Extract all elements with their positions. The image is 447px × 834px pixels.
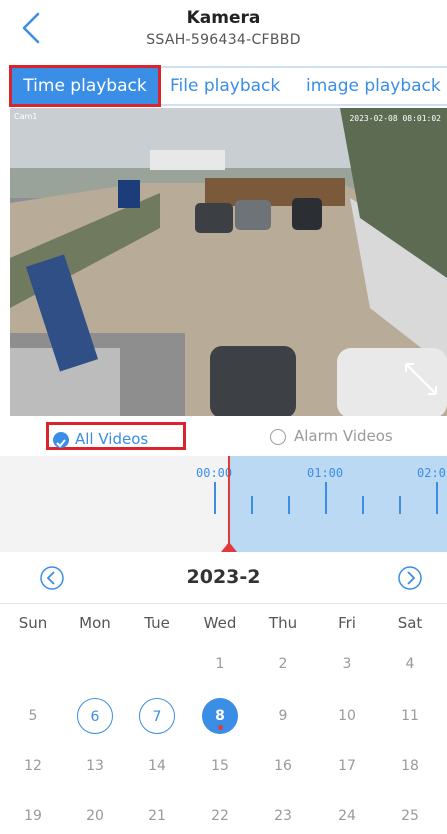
all-videos-label: All Videos [75, 430, 149, 448]
weekday-label: Sat [397, 614, 423, 632]
month-navigation: 2023-2 [0, 556, 447, 600]
divider [0, 603, 447, 604]
camera-label: Cam1 [14, 112, 38, 121]
camera-frame-image [10, 108, 447, 416]
check-icon [53, 432, 69, 448]
weekday-label: Mon [79, 614, 111, 632]
radio-unchecked-icon [270, 429, 286, 445]
timeline-label: 02:0 [417, 466, 446, 480]
calendar-day[interactable]: 4 [392, 646, 428, 682]
calendar-day[interactable]: 13 [77, 748, 113, 784]
tab-time-playback[interactable]: Time playback [9, 65, 161, 107]
timeline-tick [399, 496, 401, 514]
timeline-tick [214, 482, 216, 514]
calendar-day[interactable]: 9 [265, 698, 301, 734]
calendar-day[interactable]: 2 [265, 646, 301, 682]
weekday-label: Thu [268, 614, 298, 632]
recording-dot-icon [218, 725, 223, 730]
timeline-label: 00:00 [196, 466, 233, 480]
calendar-day[interactable]: 15 [202, 748, 238, 784]
calendar-day[interactable]: 24 [329, 798, 365, 834]
calendar-day[interactable]: 11 [392, 698, 428, 734]
weekday-label: Fri [338, 614, 356, 632]
timeline-tick [325, 482, 327, 514]
calendar-day[interactable]: 22 [202, 798, 238, 834]
playback-timeline[interactable]: 00:00 01:00 02:0 [0, 456, 447, 552]
playhead-cursor[interactable] [228, 456, 230, 552]
calendar-day[interactable]: 23 [265, 798, 301, 834]
video-timestamp: 2023-02-08 08:01:02 [349, 114, 441, 123]
tab-file-playback[interactable]: File playback [170, 68, 280, 104]
timeline-tick [436, 482, 438, 514]
weekday-label: Tue [144, 614, 170, 632]
calendar-day[interactable]: 19 [15, 798, 51, 834]
header-bar: Kamera SSAH-596434-CFBBD [0, 0, 447, 62]
calendar-day[interactable]: 3 [329, 646, 365, 682]
next-month-icon[interactable] [398, 566, 422, 590]
playback-tabs: Time playback File playback image playba… [9, 65, 447, 107]
timeline-label: 01:00 [307, 466, 344, 480]
month-title: 2023-2 [186, 566, 261, 588]
weekday-label: Sun [18, 614, 48, 632]
page-title: Kamera [186, 8, 261, 28]
weekday-label: Wed [203, 614, 237, 632]
alarm-videos-label: Alarm Videos [294, 427, 393, 445]
calendar-day[interactable]: 21 [139, 798, 175, 834]
video-filter: All Videos Alarm Videos [0, 416, 447, 456]
calendar-day[interactable]: 7 [139, 698, 175, 734]
calendar-day[interactable]: 12 [15, 748, 51, 784]
calendar-day[interactable]: 10 [329, 698, 365, 734]
all-videos-option[interactable]: All Videos [46, 422, 186, 450]
calendar-day[interactable]: 16 [265, 748, 301, 784]
calendar-day[interactable]: 18 [392, 748, 428, 784]
video-player[interactable]: Cam1 2023-02-08 08:01:02 [10, 108, 447, 416]
timeline-tick [288, 496, 290, 514]
calendar-day[interactable]: 5 [15, 698, 51, 734]
device-id: SSAH-596434-CFBBD [146, 32, 301, 48]
calendar-day[interactable]: 25 [392, 798, 428, 834]
calendar-day[interactable]: 20 [77, 798, 113, 834]
timeline-tick [362, 496, 364, 514]
calendar-day[interactable]: 14 [139, 748, 175, 784]
calendar-day[interactable]: 8 [202, 698, 238, 734]
timeline-tick [251, 496, 253, 514]
calendar-day[interactable]: 1 [202, 646, 238, 682]
calendar-day[interactable]: 17 [329, 748, 365, 784]
tab-image-playback[interactable]: image playback [306, 68, 441, 104]
calendar-day[interactable]: 6 [77, 698, 113, 734]
playhead-marker[interactable] [221, 542, 237, 552]
